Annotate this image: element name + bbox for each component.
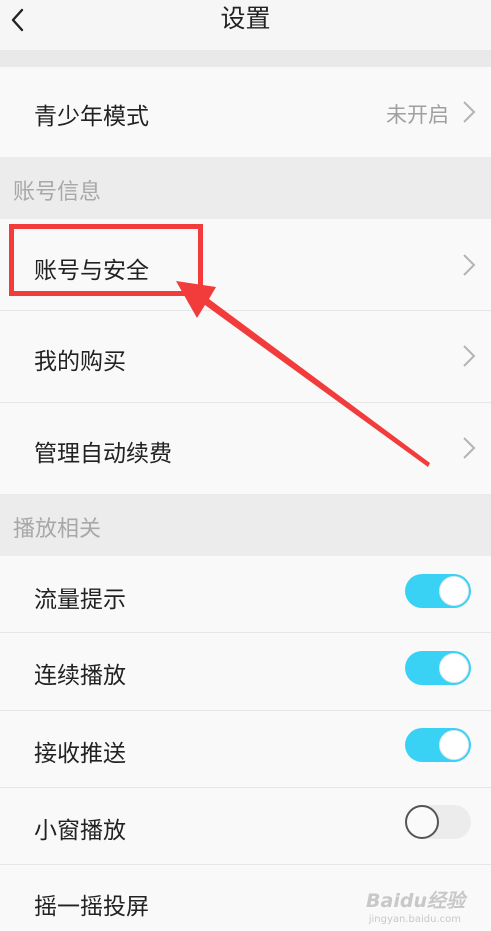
watermark-url: jingyan.baidu.com [368,914,461,925]
annotation-arrow [176,281,430,467]
settings-page: 设置 青少年模式 未开启 账号信息 账号与安全 我的购买 管理自动续费 播放相关 [0,0,491,931]
watermark-logo: Baidu经验 [366,890,465,912]
